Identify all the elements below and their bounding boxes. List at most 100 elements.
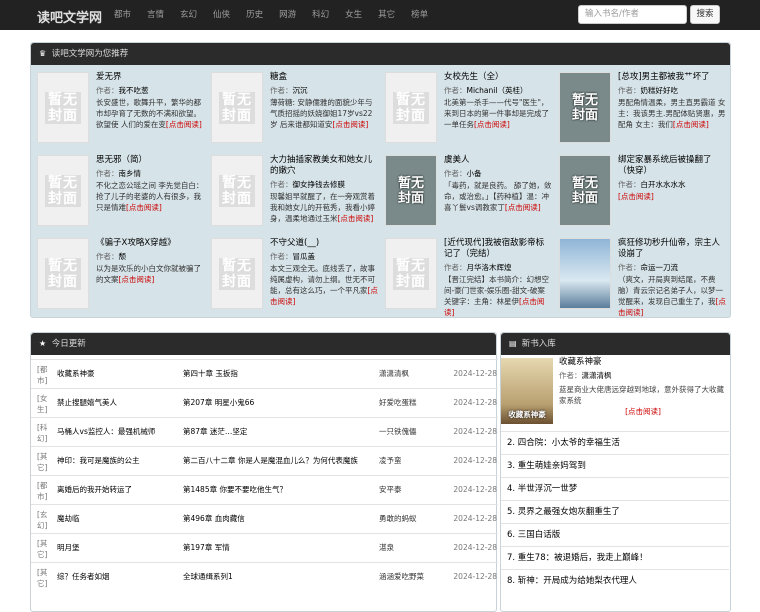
nav-item[interactable]: 仙侠 (205, 0, 238, 30)
book-title[interactable]: 糖盒 (270, 72, 378, 83)
nav-item[interactable]: 网游 (271, 0, 304, 30)
book-cover[interactable]: 暂无 封面 (211, 238, 263, 309)
nav-item[interactable]: 都市 (106, 0, 139, 30)
chapter-link[interactable]: 全球通缉系列1 (183, 563, 358, 591)
book-link[interactable]: 综？任务者如烟 (57, 563, 177, 591)
author-prefix: 作者： (96, 86, 119, 95)
search-button[interactable]: 搜索 (690, 5, 720, 24)
book-title[interactable]: 大力抽插家教美女和她女儿的嫩穴 (270, 155, 378, 177)
recommend-item[interactable]: 暂无 封面 《骗子X攻略X穿越》 作者：颓 以为是欢乐的小白文你就被骗了的文案[点击阅读… (33, 238, 207, 321)
recommend-item[interactable]: 暂无 封面 大力抽插家教美女和她女儿的嫩穴 作者：御女挣钱去修膜 现馨姐早就醒了，在一旁… (207, 155, 381, 238)
chapter-link[interactable]: 第1485章 你要不要吃他生气？ (183, 476, 358, 504)
list-item[interactable]: 6. 三国白话版 (501, 523, 729, 546)
list-item[interactable]: 8. 斩神：开局成为给她梨衣代理人 (501, 569, 729, 592)
book-link[interactable]: 魔劫临 (57, 505, 177, 533)
updates-panel: ★ 今日更新 [都市] 收藏系神豪 第四十章 玉扳指 潇潇清枫 2024-12-28 [女… (30, 332, 498, 612)
site-logo[interactable]: 读吧文学网 (37, 7, 102, 26)
cover-placeholder: 暂无 封面 (571, 92, 598, 123)
recommend-item[interactable]: 暂无 封面 虞美人 作者：小备 「毒药，就是良药。 舔了她，敛命，或治愈。」【药种植】温… (381, 155, 555, 238)
list-item[interactable]: 7. 重生78：被退婚后，我走上巅峰！ (501, 546, 729, 569)
book-cover[interactable]: 暂无 封面 (37, 238, 89, 309)
chart-icon: ▤ (509, 339, 517, 348)
category-label: [都市] (37, 365, 48, 385)
nav-item[interactable]: 言情 (139, 0, 172, 30)
chapter-link[interactable]: 第二百八十二章 你是人是魔混血儿么？为何代表魔族立场！ (183, 447, 358, 475)
nav-item[interactable]: 历史 (238, 0, 271, 30)
search-input[interactable]: 输入书名/作者 (578, 5, 687, 24)
book-cover[interactable]: 暂无 封面 (385, 238, 437, 309)
book-link[interactable]: 禁止搜腿嬉气美人 (57, 389, 177, 417)
recommend-item[interactable]: 暂无 封面 思无邪（简） 作者：南乡情 不化之恋公瑶之间 李先觉自白：抢了儿子的老婆的人… (33, 155, 207, 238)
cover-placeholder: 暂无 封面 (393, 91, 429, 124)
author-prefix: 作者： (270, 86, 293, 95)
book-cover[interactable]: 暂无 封面 (559, 155, 611, 226)
book-title[interactable]: [总攻]男主都被我艹坏了 (618, 72, 726, 83)
cover-placeholder: 暂无 封面 (397, 175, 424, 206)
book-cover[interactable]: 收藏系神豪 (501, 358, 553, 424)
read-link[interactable]: [点击阅读] (618, 192, 654, 201)
read-link[interactable]: [点击阅读] (338, 214, 374, 223)
book-cover[interactable]: 暂无 封面 (37, 155, 89, 226)
chapter-link[interactable]: 第207章 明星小鬼66 (183, 389, 358, 417)
nav-item[interactable]: 榜单 (403, 0, 436, 30)
recommend-item[interactable]: 暂无 封面 绑定家暴系统后被操翻了（快穿） 作者：白开水水水水 [点击阅读] (555, 155, 729, 238)
nav-item[interactable]: 其它 (370, 0, 403, 30)
book-title[interactable]: 思无邪（简） (96, 155, 204, 166)
recommend-item[interactable]: 暂无 封面 爱无界 作者：我不吃葱 长安盛世，歌舞升平，繁华的都市却孕育了无数的不满和欲… (33, 72, 207, 155)
book-title[interactable]: 爱无界 (96, 72, 204, 83)
newbooks-top[interactable]: 收藏系神豪 收藏系神豪 作者：潇潇清枫 蓝星商业大佬唐远穿越到地球，意外获得了大… (501, 355, 730, 431)
book-link[interactable]: 马桶人vs监控人：最强机械师 (57, 418, 177, 446)
book-cover[interactable] (559, 238, 611, 309)
author-prefix: 作者： (444, 86, 467, 95)
recommend-item[interactable]: 暂无 封面 [总攻]男主都被我艹坏了 作者：奶糕好好吃 男配角情温柔，男主直男霸道 女主… (555, 72, 729, 155)
book-link[interactable]: 离婚后的我开始转运了 (57, 476, 177, 504)
category-label: [其它] (37, 452, 48, 472)
recommend-item[interactable]: 暂无 封面 糖盒 作者：沉沉 薄荷糖: 安静儒雅的面貌少年与气质招摇的妖娆御姐17岁vs… (207, 72, 381, 155)
nav-item[interactable]: 女生 (337, 0, 370, 30)
book-title[interactable]: [近代现代]我被宿敌影帝标记了（完结） (444, 238, 552, 260)
book-title[interactable]: 不守父道(__) (270, 238, 378, 249)
update-date: 2024-12-28 (453, 514, 497, 523)
book-title[interactable]: 女校先生（全） (444, 72, 552, 83)
author-prefix: 作者： (559, 371, 582, 380)
book-cover[interactable]: 暂无 封面 (559, 72, 611, 143)
book-link[interactable]: 收藏系神豪 (57, 360, 177, 388)
book-cover[interactable]: 暂无 封面 (37, 72, 89, 143)
list-item[interactable]: 2. 四合院：小太爷的幸福生活 (501, 431, 729, 454)
recommend-item[interactable]: 暂无 封面 不守父道(__) 作者：冒瓜盖 本文三观全无。底线丢了，故事纯属虚构，请勿上… (207, 238, 381, 321)
read-link[interactable]: [点击阅读] (474, 120, 510, 129)
book-cover[interactable]: 暂无 封面 (211, 72, 263, 143)
book-link[interactable]: 明月堡 (57, 534, 177, 562)
recommend-item[interactable]: 暂无 封面 [近代现代]我被宿敌影帝标记了（完结） 作者：月华洛木辉煌 【晋江完结】本书… (381, 238, 555, 321)
book-title[interactable]: 《骗子X攻略X穿越》 (96, 238, 204, 249)
chapter-link[interactable]: 第四十章 玉扳指 (183, 360, 358, 388)
book-title[interactable]: 绑定家暴系统后被操翻了（快穿） (618, 155, 726, 177)
book-title[interactable]: 虞美人 (444, 155, 552, 166)
book-cover[interactable]: 暂无 封面 (385, 72, 437, 143)
read-link[interactable]: [点击阅读] (126, 203, 162, 212)
book-cover[interactable]: 暂无 封面 (385, 155, 437, 226)
recommend-item[interactable]: 暂无 封面 女校先生（全） 作者：Michanil（英桂） 北美第一杀手——代号"医生"… (381, 72, 555, 155)
read-link[interactable]: [点击阅读] (166, 120, 202, 129)
nav-item[interactable]: 玄幻 (172, 0, 205, 30)
read-link[interactable]: [点击阅读] (332, 120, 368, 129)
recommend-item[interactable]: 疯狂修功秒升仙帝，宗主人设崩了 作者：命运一刀流 （爽文，开局爽到结尾，不费脑）青云… (555, 238, 729, 321)
chapter-link[interactable]: 第87章 迷茫…坚定 (183, 418, 358, 446)
cover-placeholder: 暂无 封面 (219, 91, 255, 124)
read-link[interactable]: [点击阅读] (559, 406, 727, 417)
list-item[interactable]: 3. 重生萌娃亲妈驾到 (501, 454, 729, 477)
book-title[interactable]: 疯狂修功秒升仙帝，宗主人设崩了 (618, 238, 726, 260)
book-link[interactable]: 神印：我可是魔族的公主 (57, 447, 177, 475)
book-cover[interactable]: 暂无 封面 (211, 155, 263, 226)
list-item[interactable]: 4. 半世浮沉一世梦 (501, 477, 729, 500)
chapter-link[interactable]: 第496章 血肉藏信 (183, 505, 358, 533)
read-link[interactable]: [点击阅读] (505, 203, 541, 212)
list-item[interactable]: 5. 灵界之最强女炮灰翻重生了 (501, 500, 729, 523)
update-date: 2024-12-28 (453, 369, 497, 378)
chapter-link[interactable]: 第197章 军情 (183, 534, 358, 562)
read-link[interactable]: [点击阅读] (119, 275, 155, 284)
author-name: 凌予蛮 (379, 456, 402, 465)
book-title[interactable]: 收藏系神豪 (559, 357, 727, 368)
nav-item[interactable]: 科幻 (304, 0, 337, 30)
read-link[interactable]: [点击阅读] (673, 120, 709, 129)
